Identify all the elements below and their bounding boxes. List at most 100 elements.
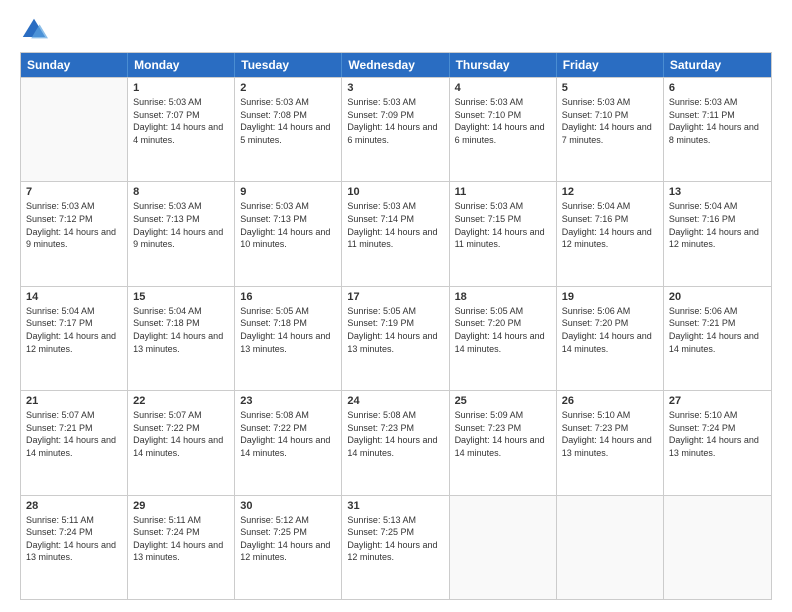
calendar-cell: 30 Sunrise: 5:12 AM Sunset: 7:25 PM Dayli… [235,496,342,599]
day-info: Sunrise: 5:11 AM Sunset: 7:24 PM Dayligh… [26,514,122,564]
day-number: 24 [347,395,443,407]
day-info: Sunrise: 5:06 AM Sunset: 7:20 PM Dayligh… [562,305,658,355]
calendar-cell: 17 Sunrise: 5:05 AM Sunset: 7:19 PM Dayli… [342,287,449,390]
day-number: 15 [133,291,229,303]
day-number: 25 [455,395,551,407]
day-info: Sunrise: 5:12 AM Sunset: 7:25 PM Dayligh… [240,514,336,564]
calendar-cell: 11 Sunrise: 5:03 AM Sunset: 7:15 PM Dayli… [450,182,557,285]
weekday-header: Thursday [450,53,557,77]
day-number: 13 [669,186,766,198]
calendar-cell [450,496,557,599]
day-info: Sunrise: 5:03 AM Sunset: 7:11 PM Dayligh… [669,96,766,146]
day-info: Sunrise: 5:03 AM Sunset: 7:15 PM Dayligh… [455,200,551,250]
calendar-cell: 7 Sunrise: 5:03 AM Sunset: 7:12 PM Daylig… [21,182,128,285]
day-info: Sunrise: 5:10 AM Sunset: 7:23 PM Dayligh… [562,409,658,459]
day-info: Sunrise: 5:05 AM Sunset: 7:18 PM Dayligh… [240,305,336,355]
calendar-cell: 20 Sunrise: 5:06 AM Sunset: 7:21 PM Dayli… [664,287,771,390]
calendar-cell: 3 Sunrise: 5:03 AM Sunset: 7:09 PM Daylig… [342,78,449,181]
weekday-header: Sunday [21,53,128,77]
calendar-cell [664,496,771,599]
day-info: Sunrise: 5:13 AM Sunset: 7:25 PM Dayligh… [347,514,443,564]
day-number: 17 [347,291,443,303]
day-info: Sunrise: 5:07 AM Sunset: 7:22 PM Dayligh… [133,409,229,459]
day-number: 6 [669,82,766,94]
calendar-cell: 29Sunrise: 5:11 AM Sunset: 7:24 PM Dayli… [128,496,235,599]
calendar-cell: 13 Sunrise: 5:04 AM Sunset: 7:16 PM Dayli… [664,182,771,285]
calendar-cell: 10Sunrise: 5:03 AM Sunset: 7:14 PM Dayli… [342,182,449,285]
day-number: 28 [26,500,122,512]
calendar-cell [21,78,128,181]
calendar-cell: 22 Sunrise: 5:07 AM Sunset: 7:22 PM Dayli… [128,391,235,494]
day-number: 11 [455,186,551,198]
day-number: 21 [26,395,122,407]
calendar-body: 1 Sunrise: 5:03 AM Sunset: 7:07 PM Daylig… [21,77,771,599]
day-info: Sunrise: 5:04 AM Sunset: 7:16 PM Dayligh… [669,200,766,250]
calendar-cell: 4Sunrise: 5:03 AM Sunset: 7:10 PM Daylig… [450,78,557,181]
day-info: Sunrise: 5:10 AM Sunset: 7:24 PM Dayligh… [669,409,766,459]
day-number: 3 [347,82,443,94]
calendar-cell: 26 Sunrise: 5:10 AM Sunset: 7:23 PM Dayli… [557,391,664,494]
weekday-header: Friday [557,53,664,77]
page: SundayMondayTuesdayWednesdayThursdayFrid… [0,0,792,612]
calendar-cell [557,496,664,599]
day-info: Sunrise: 5:05 AM Sunset: 7:19 PM Dayligh… [347,305,443,355]
day-info: Sunrise: 5:06 AM Sunset: 7:21 PM Dayligh… [669,305,766,355]
calendar-cell: 31 Sunrise: 5:13 AM Sunset: 7:25 PM Dayli… [342,496,449,599]
day-info: Sunrise: 5:03 AM Sunset: 7:10 PM Dayligh… [562,96,658,146]
day-info: Sunrise: 5:03 AM Sunset: 7:09 PM Dayligh… [347,96,443,146]
day-info: Sunrise: 5:03 AM Sunset: 7:07 PM Dayligh… [133,96,229,146]
day-number: 31 [347,500,443,512]
calendar: SundayMondayTuesdayWednesdayThursdayFrid… [20,52,772,600]
weekday-header: Tuesday [235,53,342,77]
day-info: Sunrise: 5:05 AM Sunset: 7:20 PM Dayligh… [455,305,551,355]
day-number: 29 [133,500,229,512]
day-info: Sunrise: 5:08 AM Sunset: 7:22 PM Dayligh… [240,409,336,459]
day-number: 12 [562,186,658,198]
calendar-row: 1 Sunrise: 5:03 AM Sunset: 7:07 PM Daylig… [21,77,771,181]
day-number: 22 [133,395,229,407]
day-number: 14 [26,291,122,303]
calendar-cell: 18Sunrise: 5:05 AM Sunset: 7:20 PM Dayli… [450,287,557,390]
calendar-cell: 8Sunrise: 5:03 AM Sunset: 7:13 PM Daylig… [128,182,235,285]
logo [20,16,52,44]
day-number: 20 [669,291,766,303]
day-number: 7 [26,186,122,198]
day-info: Sunrise: 5:08 AM Sunset: 7:23 PM Dayligh… [347,409,443,459]
day-info: Sunrise: 5:03 AM Sunset: 7:08 PM Dayligh… [240,96,336,146]
day-info: Sunrise: 5:07 AM Sunset: 7:21 PM Dayligh… [26,409,122,459]
calendar-cell: 5 Sunrise: 5:03 AM Sunset: 7:10 PM Daylig… [557,78,664,181]
calendar-cell: 1 Sunrise: 5:03 AM Sunset: 7:07 PM Daylig… [128,78,235,181]
day-number: 9 [240,186,336,198]
day-number: 30 [240,500,336,512]
day-info: Sunrise: 5:04 AM Sunset: 7:17 PM Dayligh… [26,305,122,355]
day-info: Sunrise: 5:04 AM Sunset: 7:18 PM Dayligh… [133,305,229,355]
day-number: 19 [562,291,658,303]
calendar-cell: 2Sunrise: 5:03 AM Sunset: 7:08 PM Daylig… [235,78,342,181]
calendar-header: SundayMondayTuesdayWednesdayThursdayFrid… [21,53,771,77]
calendar-cell: 25 Sunrise: 5:09 AM Sunset: 7:23 PM Dayli… [450,391,557,494]
day-number: 23 [240,395,336,407]
calendar-cell: 27 Sunrise: 5:10 AM Sunset: 7:24 PM Dayli… [664,391,771,494]
calendar-cell: 24 Sunrise: 5:08 AM Sunset: 7:23 PM Dayli… [342,391,449,494]
day-number: 26 [562,395,658,407]
calendar-cell: 15 Sunrise: 5:04 AM Sunset: 7:18 PM Dayli… [128,287,235,390]
day-info: Sunrise: 5:03 AM Sunset: 7:14 PM Dayligh… [347,200,443,250]
day-number: 1 [133,82,229,94]
calendar-cell: 12 Sunrise: 5:04 AM Sunset: 7:16 PM Dayli… [557,182,664,285]
day-info: Sunrise: 5:09 AM Sunset: 7:23 PM Dayligh… [455,409,551,459]
calendar-cell: 9 Sunrise: 5:03 AM Sunset: 7:13 PM Daylig… [235,182,342,285]
day-number: 27 [669,395,766,407]
calendar-row: 21 Sunrise: 5:07 AM Sunset: 7:21 PM Dayli… [21,390,771,494]
day-number: 8 [133,186,229,198]
day-number: 16 [240,291,336,303]
day-number: 5 [562,82,658,94]
day-info: Sunrise: 5:04 AM Sunset: 7:16 PM Dayligh… [562,200,658,250]
weekday-header: Monday [128,53,235,77]
calendar-cell: 14 Sunrise: 5:04 AM Sunset: 7:17 PM Dayli… [21,287,128,390]
header [20,16,772,44]
calendar-cell: 16 Sunrise: 5:05 AM Sunset: 7:18 PM Dayli… [235,287,342,390]
calendar-cell: 19 Sunrise: 5:06 AM Sunset: 7:20 PM Dayli… [557,287,664,390]
calendar-row: 28 Sunrise: 5:11 AM Sunset: 7:24 PM Dayli… [21,495,771,599]
day-info: Sunrise: 5:03 AM Sunset: 7:13 PM Dayligh… [240,200,336,250]
day-info: Sunrise: 5:03 AM Sunset: 7:12 PM Dayligh… [26,200,122,250]
